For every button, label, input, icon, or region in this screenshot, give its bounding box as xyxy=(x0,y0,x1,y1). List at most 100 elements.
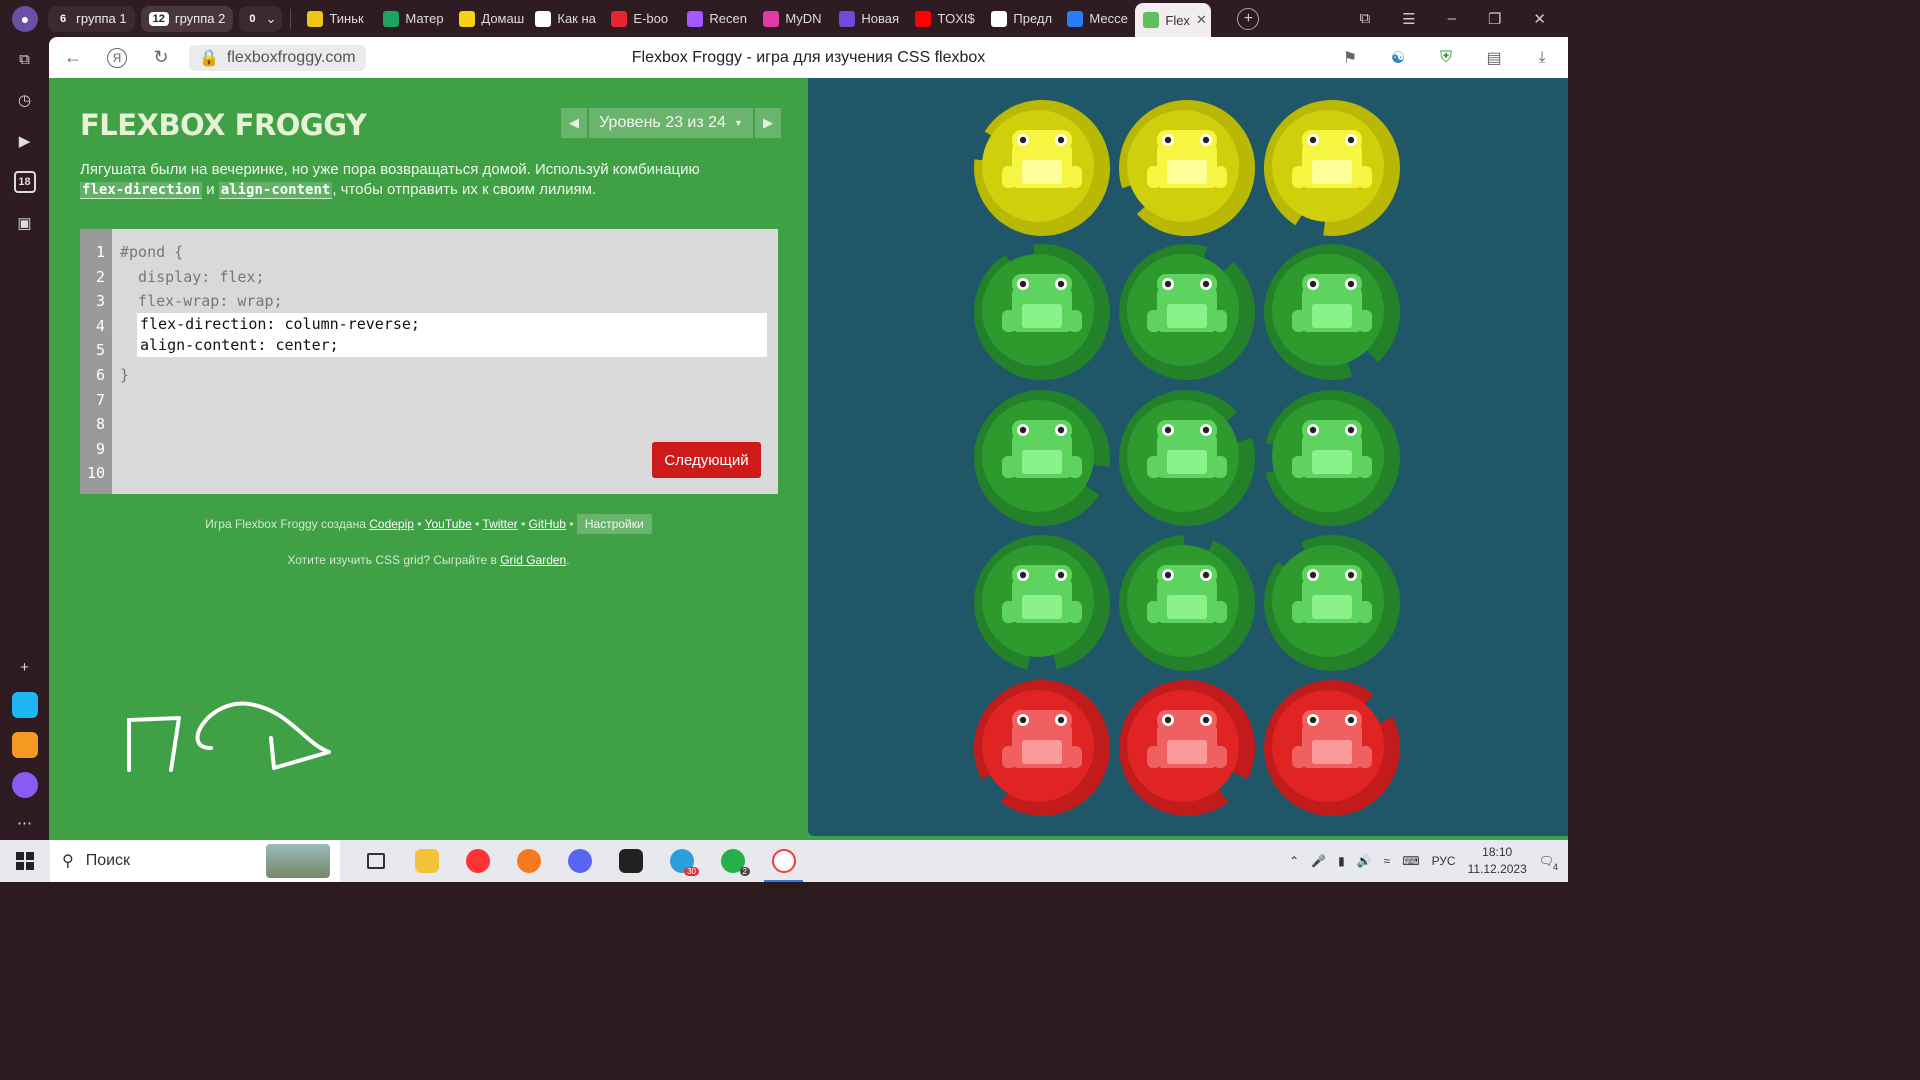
tab-label: TOXI$ xyxy=(937,11,975,26)
red-frog xyxy=(1292,710,1372,768)
yellow-frog xyxy=(1292,130,1372,188)
volume-icon[interactable]: 🔊 xyxy=(1357,854,1372,868)
browser-tab[interactable]: Матер xyxy=(375,4,451,34)
browser-tab[interactable]: Предл xyxy=(983,4,1059,34)
tab-label: Тиньк xyxy=(329,11,364,26)
reload-icon[interactable]: ↻ xyxy=(151,47,171,68)
line-number: 3 xyxy=(95,292,105,311)
task-view-icon[interactable] xyxy=(350,840,401,882)
line-number: 2 xyxy=(95,267,105,286)
settings-button[interactable]: Настройки xyxy=(576,514,652,534)
tab-group-2[interactable]: 12 группа 2 xyxy=(140,5,234,32)
language-indicator[interactable]: РУС xyxy=(1432,854,1456,868)
browser-tab[interactable]: Recen xyxy=(679,4,755,34)
code-hint-align-content[interactable]: align-content xyxy=(218,182,333,199)
chevron-up-icon[interactable]: ⌃ xyxy=(1289,854,1299,868)
clock[interactable]: 18:10 11.12.2023 xyxy=(1468,844,1527,878)
browser-tab[interactable]: Тиньк xyxy=(299,4,375,34)
tab-group-1[interactable]: 6 группа 1 xyxy=(48,5,135,32)
instructions-text: Лягушата были на вечеринке, но уже пора … xyxy=(80,161,700,178)
messenger-app-icon[interactable] xyxy=(11,692,38,718)
level-selector[interactable]: Уровень 23 из 24 ▼ xyxy=(589,108,753,138)
video-icon[interactable]: ▶ xyxy=(14,130,36,152)
taskbar-search[interactable]: ⚲ Поиск xyxy=(50,840,340,882)
notifications-icon[interactable]: 🗨 4 xyxy=(1539,854,1558,872)
green-lilypad-with-frog xyxy=(1262,242,1402,382)
bookmark-icon[interactable]: ⚑ xyxy=(1340,48,1360,68)
network-icon[interactable]: ≈ xyxy=(1384,854,1391,868)
green-frog xyxy=(1147,274,1227,332)
close-icon[interactable]: ✕ xyxy=(1533,10,1546,28)
next-button[interactable]: Следующий xyxy=(652,442,761,478)
yandex-browser-icon[interactable] xyxy=(452,840,503,882)
code-line: #pond { xyxy=(120,243,184,261)
alice-app-icon[interactable] xyxy=(11,772,38,798)
browser-tab[interactable]: Flex ✕ xyxy=(1135,3,1212,37)
screenshot-icon[interactable]: ▣ xyxy=(14,212,36,234)
whatsapp-icon[interactable]: 2 xyxy=(707,840,758,882)
green-lilypad-with-frog xyxy=(1262,533,1402,673)
menu-icon[interactable]: ☰ xyxy=(1402,10,1415,28)
github-link[interactable]: GitHub xyxy=(529,517,566,531)
line-number: 9 xyxy=(95,439,105,458)
tab-group-3[interactable]: 0 ⌄ xyxy=(239,5,283,32)
mail-app-icon[interactable] xyxy=(11,732,38,758)
tabs-overview-icon[interactable]: ⧉ xyxy=(1359,10,1370,28)
collections-icon[interactable]: ⧉ xyxy=(14,48,36,70)
profile-avatar[interactable]: ● xyxy=(12,5,38,32)
yandex-app-icon[interactable] xyxy=(758,840,809,882)
whatsapp-badge: 2 xyxy=(739,867,750,876)
add-icon[interactable]: + xyxy=(14,656,36,678)
red-lilypad-with-frog xyxy=(1262,678,1402,818)
green-lilypad-with-frog xyxy=(1117,242,1257,382)
history-icon[interactable]: ◷ xyxy=(14,89,36,111)
new-tab-button[interactable]: + xyxy=(1237,7,1260,30)
codepip-link[interactable]: Codepip xyxy=(369,517,414,531)
green-lilypad-with-frog xyxy=(972,388,1112,528)
tab-label: Матер xyxy=(405,11,444,26)
keyboard-icon[interactable]: ⌨ xyxy=(1402,854,1419,868)
minimize-icon[interactable]: – xyxy=(1448,10,1456,28)
shield-icon[interactable]: ⛨ xyxy=(1436,48,1456,68)
close-tab-icon[interactable]: ✕ xyxy=(1196,12,1207,28)
browser-tab[interactable]: Мессе xyxy=(1059,4,1135,34)
line-number: 4 xyxy=(95,316,105,335)
line-number: 10 xyxy=(86,464,105,483)
calendar-icon[interactable]: 18 xyxy=(13,171,36,193)
url-field[interactable]: 🔒 flexboxfroggy.com xyxy=(189,44,366,71)
search-highlight-image xyxy=(266,844,330,878)
game-logo[interactable]: FLEXBOX FROGGY xyxy=(80,108,367,142)
back-icon[interactable]: ← xyxy=(63,47,83,68)
tab-label: Recen xyxy=(709,11,747,26)
browser-tab[interactable]: Домаш xyxy=(451,4,527,34)
browser-tab[interactable]: TOXI$ xyxy=(907,4,983,34)
browser-tab[interactable]: Новая xyxy=(831,4,907,34)
code-hint-flex-direction[interactable]: flex-direction xyxy=(80,182,203,199)
yellow-lilypad-with-frog xyxy=(972,98,1112,238)
battery-icon[interactable]: ▮ xyxy=(1338,854,1345,868)
twitter-link[interactable]: Twitter xyxy=(482,517,517,531)
download-icon[interactable]: ⤓ xyxy=(1532,48,1552,68)
youtube-link[interactable]: YouTube xyxy=(425,517,472,531)
browser-tab[interactable]: E-boo xyxy=(603,4,679,34)
green-lilypad-with-frog xyxy=(972,242,1112,382)
red-lilypad-with-frog xyxy=(1117,678,1257,818)
reading-list-icon[interactable]: ▤ xyxy=(1484,48,1504,68)
app-star-icon[interactable] xyxy=(605,840,656,882)
browser-tab[interactable]: MyDN xyxy=(755,4,831,34)
grid-garden-link[interactable]: Grid Garden xyxy=(500,553,566,567)
firefox-icon[interactable] xyxy=(503,840,554,882)
yandex-icon[interactable]: Я xyxy=(107,47,127,68)
discord-icon[interactable] xyxy=(554,840,605,882)
microphone-icon[interactable]: 🎤 xyxy=(1311,854,1326,868)
telegram-icon[interactable]: 30 xyxy=(656,840,707,882)
more-icon[interactable]: ⋯ xyxy=(14,812,36,834)
windows-start-icon[interactable] xyxy=(0,852,50,870)
next-level-button[interactable]: ▶ xyxy=(755,108,781,138)
translate-icon[interactable]: ☯ xyxy=(1388,48,1408,68)
restore-icon[interactable]: ❐ xyxy=(1488,10,1501,28)
prev-level-button[interactable]: ◀ xyxy=(561,108,587,138)
browser-tab[interactable]: Как на xyxy=(527,4,603,34)
file-explorer-icon[interactable] xyxy=(401,840,452,882)
yellow-frog xyxy=(1002,130,1082,188)
